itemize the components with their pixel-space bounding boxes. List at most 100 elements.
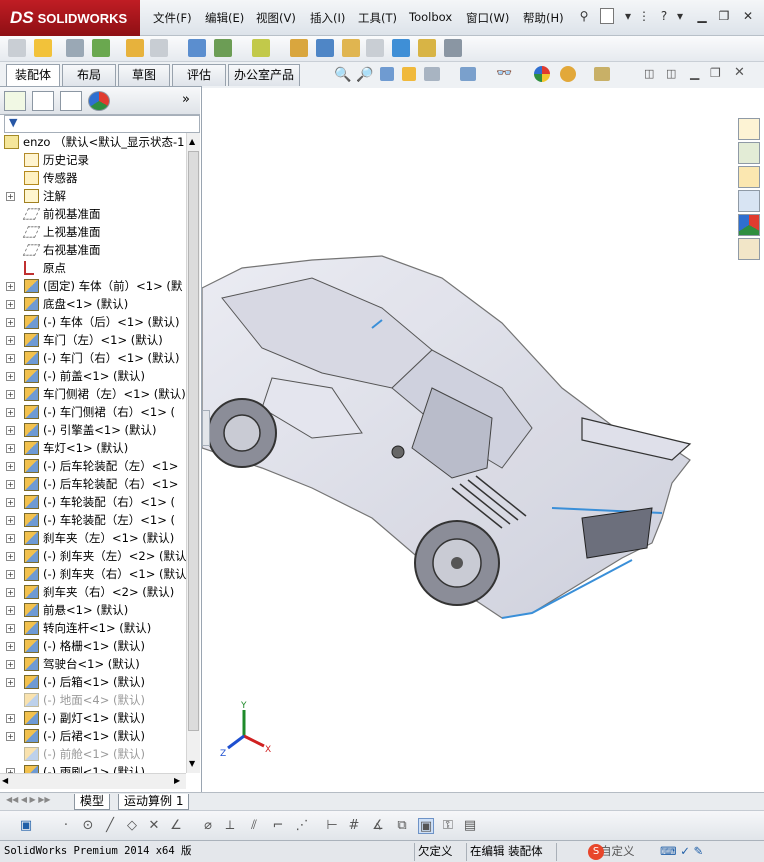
- restore-icon[interactable]: ❐: [716, 8, 732, 24]
- tree-item[interactable]: + (-) 后车轮装配（右）<1>: [0, 475, 186, 493]
- file-explorer-icon[interactable]: [738, 166, 760, 188]
- menu-window[interactable]: 窗口(W): [466, 10, 509, 26]
- smart-fastener-icon[interactable]: [252, 39, 270, 57]
- expand-icon[interactable]: +: [6, 480, 15, 489]
- zoom-area-icon[interactable]: 🔎: [356, 67, 373, 83]
- corner-icon[interactable]: ⌐: [270, 818, 286, 834]
- expand-icon[interactable]: +: [6, 642, 15, 651]
- tree-horizontal-scrollbar[interactable]: ◀ ▶: [0, 773, 186, 789]
- tab-motion-study-1[interactable]: 运动算例 1: [118, 794, 190, 810]
- tree-root-assembly[interactable]: enzo （默认<默认_显示状态-1: [0, 133, 186, 151]
- tab-office-products[interactable]: 办公室产品: [228, 64, 300, 86]
- menu-edit[interactable]: 编辑(E): [205, 10, 244, 26]
- relation-icon[interactable]: ⟂: [222, 818, 238, 834]
- display-style-icon[interactable]: [460, 67, 476, 81]
- scroll-right-icon[interactable]: ▶: [174, 776, 180, 785]
- expand-icon[interactable]: +: [6, 318, 15, 327]
- tree-item[interactable]: + (-) 车轮装配（左）<1> (: [0, 511, 186, 529]
- expand-icon[interactable]: +: [6, 462, 15, 471]
- tree-item[interactable]: + (-) 后箱<1> (默认): [0, 673, 186, 691]
- measure-angle-icon[interactable]: ∡: [370, 818, 386, 834]
- save-icon[interactable]: ▣: [18, 818, 34, 834]
- expand-icon[interactable]: +: [6, 372, 15, 381]
- tree-item[interactable]: 前视基准面: [0, 205, 186, 223]
- expand-icon[interactable]: +: [6, 714, 15, 723]
- zoom-to-fit-icon[interactable]: 🔍: [334, 67, 351, 83]
- property-manager-tab-icon[interactable]: [32, 91, 54, 111]
- construction-icon[interactable]: ⋰: [294, 818, 310, 834]
- ime-logo-icon[interactable]: S: [588, 844, 604, 860]
- scroll-down-icon[interactable]: ▼: [189, 759, 195, 768]
- instant3d-icon[interactable]: [392, 39, 410, 57]
- expand-panel-icon[interactable]: »: [182, 92, 190, 107]
- expand-icon[interactable]: +: [6, 606, 15, 615]
- tree-vertical-scrollbar[interactable]: ▲ ▼: [186, 133, 200, 773]
- tree-item[interactable]: + (-) 副灯<1> (默认): [0, 709, 186, 727]
- minimize-icon[interactable]: ▁: [694, 8, 710, 24]
- design-library-icon[interactable]: [738, 142, 760, 164]
- tree-item[interactable]: + 车灯<1> (默认): [0, 439, 186, 457]
- tile-vertical-icon[interactable]: ◫: [666, 67, 676, 80]
- circle-icon[interactable]: ⊙: [80, 818, 96, 834]
- help-icon[interactable]: ?: [656, 8, 672, 24]
- component-icon[interactable]: [92, 39, 110, 57]
- mate-icon[interactable]: [188, 39, 206, 57]
- expand-icon[interactable]: +: [6, 300, 15, 309]
- open-icon[interactable]: [34, 39, 52, 57]
- menu-tools[interactable]: 工具(T): [358, 10, 397, 26]
- expand-icon[interactable]: +: [6, 660, 15, 669]
- tree-item[interactable]: + 转向连杆<1> (默认): [0, 619, 186, 637]
- bom-icon[interactable]: [316, 39, 334, 57]
- home-icon[interactable]: [738, 118, 760, 140]
- tab-scroll-icons[interactable]: ◀◀ ◀ ▶ ▶▶: [6, 795, 51, 804]
- expand-icon[interactable]: +: [6, 408, 15, 417]
- scroll-left-icon[interactable]: ◀: [2, 776, 8, 785]
- tree-item[interactable]: 上视基准面: [0, 223, 186, 241]
- custom-properties-icon[interactable]: [738, 238, 760, 260]
- doc-minimize-icon[interactable]: ▁: [690, 66, 699, 80]
- tree-item[interactable]: + (-) 雨刷<1> (默认): [0, 763, 186, 773]
- tree-item[interactable]: + (固定) 车体（前）<1> (默: [0, 277, 186, 295]
- tree-filter[interactable]: ▼: [4, 115, 200, 133]
- units-custom[interactable]: 自定义: [600, 841, 635, 862]
- 3d-box-icon[interactable]: ⧉: [394, 818, 410, 834]
- line-icon[interactable]: ╱: [102, 818, 118, 834]
- assembly-icon[interactable]: [126, 39, 144, 57]
- reference-geometry-icon[interactable]: [342, 39, 360, 57]
- tree-item[interactable]: + (-) 前盖<1> (默认): [0, 367, 186, 385]
- expand-icon[interactable]: +: [6, 516, 15, 525]
- appearance-icon[interactable]: [534, 66, 550, 82]
- scene-icon[interactable]: [560, 66, 576, 82]
- menu-view[interactable]: 视图(V): [256, 10, 296, 26]
- menu-help[interactable]: 帮助(H): [523, 10, 564, 26]
- tree-item[interactable]: 右视基准面: [0, 241, 186, 259]
- rebuild-icon[interactable]: [8, 39, 26, 57]
- tree-item[interactable]: 传感器: [0, 169, 186, 187]
- expand-icon[interactable]: +: [6, 588, 15, 597]
- doc-close-icon[interactable]: ✕: [734, 65, 745, 80]
- solidworks-logo[interactable]: DS SOLIDWORKS: [0, 0, 140, 36]
- expand-icon[interactable]: +: [6, 534, 15, 543]
- doc-restore-icon[interactable]: ❐: [710, 66, 721, 80]
- tab-sketch[interactable]: 草图: [118, 64, 170, 86]
- table-icon[interactable]: ▤: [462, 818, 478, 834]
- polygon-icon[interactable]: ◇: [124, 818, 140, 834]
- view-palette-icon[interactable]: [738, 190, 760, 212]
- tree-item[interactable]: 原点: [0, 259, 186, 277]
- feature-manager-tab-icon[interactable]: [4, 91, 26, 111]
- tree-item[interactable]: + (-) 车门侧裙（右）<1> (: [0, 403, 186, 421]
- attach-icon[interactable]: [66, 39, 84, 57]
- previous-view-icon[interactable]: [380, 67, 394, 81]
- point-icon[interactable]: ·: [58, 818, 74, 834]
- angle-icon[interactable]: ∠: [168, 818, 184, 834]
- graphics-area[interactable]: Y X Z: [201, 88, 738, 792]
- tree-item[interactable]: (-) 地面<4> (默认): [0, 691, 186, 709]
- display-manager-tab-icon[interactable]: [88, 91, 110, 111]
- smart-dimension-icon[interactable]: ⌀: [200, 818, 216, 834]
- expand-icon[interactable]: +: [6, 624, 15, 633]
- pattern-icon[interactable]: [214, 39, 232, 57]
- tree-item[interactable]: + (-) 后裙<1> (默认): [0, 727, 186, 745]
- tab-assembly[interactable]: 装配体: [6, 64, 60, 86]
- pin-icon[interactable]: ⚲: [576, 8, 592, 24]
- shaded-view-icon[interactable]: ▣: [418, 818, 434, 834]
